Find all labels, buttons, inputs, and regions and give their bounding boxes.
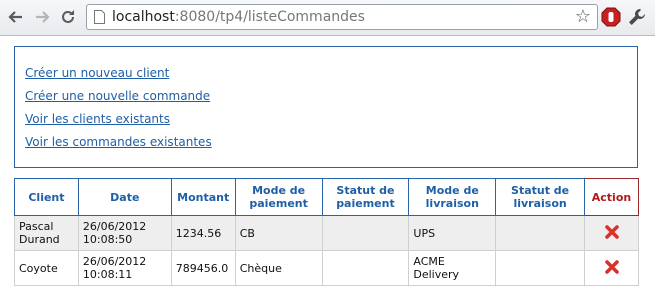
view-orders-link[interactable]: Voir les commandes existantes	[25, 135, 212, 149]
view-clients-link[interactable]: Voir les clients existants	[25, 112, 170, 126]
header-mode-paiement: Mode de paiement	[234, 178, 323, 216]
cell-statut-livraison	[495, 250, 585, 286]
navigation-menu: Créer un nouveau client Créer une nouvel…	[14, 46, 638, 168]
cell-montant: 1234.56	[170, 215, 236, 251]
delete-icon[interactable]	[604, 259, 620, 275]
cell-mode-paiement: CB	[234, 215, 323, 251]
create-order-link[interactable]: Créer une nouvelle commande	[25, 89, 210, 103]
reload-icon[interactable]	[58, 7, 78, 27]
cell-mode-livraison: ACME Delivery	[408, 250, 497, 286]
wrench-icon[interactable]	[626, 6, 648, 28]
browser-toolbar: localhost:8080/tp4/listeCommandes ☆	[0, 0, 655, 36]
url-text: localhost:8080/tp4/listeCommandes	[112, 8, 365, 26]
cell-mode-livraison: UPS	[408, 215, 497, 251]
header-montant: Montant	[170, 178, 236, 216]
header-mode-livraison: Mode de livraison	[408, 178, 497, 216]
cell-action	[584, 215, 639, 251]
cell-client: Coyote	[14, 250, 79, 286]
cell-date: 26/06/2012 10:08:11	[77, 250, 172, 286]
header-client: Client	[14, 178, 79, 216]
page-icon	[94, 10, 105, 24]
cell-date: 26/06/2012 10:08:50	[77, 215, 172, 251]
create-client-link[interactable]: Créer un nouveau client	[25, 66, 169, 80]
forward-arrow-icon[interactable]	[32, 7, 52, 27]
table-header-row: Client Date Montant Mode de paiement Sta…	[14, 178, 639, 216]
stop-extension-icon[interactable]	[600, 6, 622, 28]
header-action: Action	[584, 178, 639, 216]
bookmark-star-icon[interactable]: ☆	[575, 7, 591, 27]
cell-statut-paiement	[321, 250, 410, 286]
header-statut-livraison: Statut de livraison	[495, 178, 585, 216]
cell-statut-livraison	[495, 215, 585, 251]
url-host: localhost	[112, 9, 175, 25]
cell-client: Pascal Durand	[14, 215, 79, 251]
cell-action	[584, 250, 639, 286]
table-row: Coyote 26/06/2012 10:08:11 789456.0 Chèq…	[14, 250, 639, 286]
back-arrow-icon[interactable]	[6, 7, 26, 27]
header-date: Date	[77, 178, 172, 216]
delete-icon[interactable]	[604, 224, 620, 240]
cell-mode-paiement: Chèque	[234, 250, 323, 286]
cell-statut-paiement	[321, 215, 410, 251]
url-path: :8080/tp4/listeCommandes	[174, 9, 365, 25]
header-statut-paiement: Statut de paiement	[321, 178, 410, 216]
address-bar[interactable]: localhost:8080/tp4/listeCommandes ☆	[86, 4, 598, 30]
table-row: Pascal Durand 26/06/2012 10:08:50 1234.5…	[14, 215, 639, 251]
orders-table: Client Date Montant Mode de paiement Sta…	[14, 178, 639, 286]
cell-montant: 789456.0	[170, 250, 236, 286]
